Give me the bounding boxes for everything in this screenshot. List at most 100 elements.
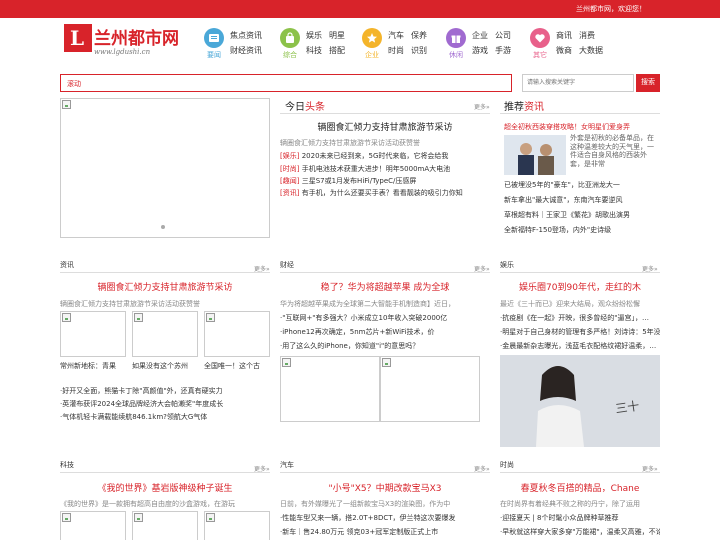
thumb-image[interactable] [204,511,270,540]
divider [500,472,660,473]
thumb-image[interactable] [380,356,480,422]
recommend-lead-text: 外套是初秋的必备单品，在这种温差较大的天气里，一件适合自身风格的西装外套，是非常 [570,134,654,168]
section-summary: 辆圈食汇倾力支持甘肃旅游节采访活动获赞誉 [60,300,200,308]
section-headline[interactable]: 娱乐圈70到90年代，走红的木 [500,280,660,293]
divider [60,272,270,273]
search-box[interactable] [522,74,634,92]
list-item[interactable]: ·英灌布获评2024全球品牌经济大会帕濑奖"年度成长 [60,399,270,409]
list-item[interactable]: ·新车｜售24.80万元 领克03+冠军定制版正式上市 [280,527,490,537]
recommend-item[interactable]: 已被埋没5年的"豪车"，比亚洲龙大一 [504,180,660,190]
divider [60,472,270,473]
nav-link[interactable]: 汽车 [388,30,404,41]
thumb-image[interactable] [280,356,380,422]
news-icon [204,28,224,48]
recommend-title: 推荐资讯 [504,102,544,113]
nav-link[interactable]: 财经资讯 [230,45,262,56]
nav-link[interactable]: 企业 [472,30,488,41]
list-item[interactable]: ·性能车型又来一辆，搭2.0T+8DCT，伊兰特这次要爆发 [280,513,490,523]
recommend-photo[interactable] [504,135,566,175]
section-title-ent: 娱乐 [500,261,514,269]
thumb-image[interactable] [204,311,270,357]
recommend-item[interactable]: 草根超有料｜王家卫《繁花》胡歌出演男 [504,210,660,220]
broken-image-icon [206,313,215,322]
divider [280,272,490,273]
nav-link[interactable]: 公司 [495,30,511,41]
nav-group-news: 要闻 焦点资讯 财经资讯 [204,28,274,62]
thumb-caption[interactable]: 如果没有这个苏州 [132,361,198,371]
slider-image[interactable] [60,98,270,238]
list-item[interactable]: ·用了这么久的iPhone，你知道"i"的意思吗？ [280,341,490,351]
today-summary: 辆圈食汇倾力支持甘肃旅游节采访活动获赞誉 [280,139,420,147]
search-button[interactable]: 搜索 [636,74,660,92]
list-item[interactable]: ·"互联网+"有多强大？小米成立10年收入突破2000亿 [280,313,490,323]
section-summary: 日前，有外媒曝光了一组新款宝马X3的渲染图，作为中 [280,500,451,508]
recommend-item[interactable]: 新车拿出"最大诚意"，东南汽车要逆风 [504,195,660,205]
list-item[interactable]: ·明星对于自己身材的管理有多严格！刘诗诗：5年没 [500,327,660,337]
broken-image-icon [206,513,215,522]
nav-link[interactable]: 搭配 [329,45,345,56]
nav-link[interactable]: 娱乐 [306,30,322,41]
list-item[interactable]: ·迎接夏天 | 8个时髦小众品牌种草推荐 [500,513,660,523]
nav-link[interactable]: 科技 [306,45,322,56]
nav-cat-label: 休闲 [449,51,463,59]
section-summary: 最近《三十而已》迎来大结局，观众纷纷松懈 [500,300,640,308]
site-logo[interactable]: L 兰州都市网 www.lgdushi.cn [64,24,179,66]
list-item[interactable]: ·好开又全面，熊猫卡丁除"高颜值"外，还真有硬实力 [60,386,270,396]
thumb-image[interactable] [60,511,126,540]
today-item[interactable]: [资讯] 有手机，为什么还要买手表？看看靓装的吸引力你知 [280,188,490,198]
nav-cat-label: 企业 [365,51,379,59]
nav-group-general: 综合 娱乐 明星 科技 搭配 [280,28,356,62]
welcome-text: 兰州都市网，欢迎您！ [576,5,646,13]
logo-url: www.lgdushi.cn [94,48,151,56]
list-item[interactable]: ·早秋就这样穿大家多穿"万能裙"，温柔又高雅，不论蚌 [500,527,660,537]
section-summary: 华为将超越苹果成为全球第二大智能手机制造商】近日， [280,300,455,308]
thumb-image[interactable] [60,311,126,357]
section-title-finance: 财经 [280,261,294,269]
recommend-lead[interactable]: 超全初秋西装穿搭攻略！女明星们爱身弄 [504,122,630,132]
nav-link[interactable]: 焦点资讯 [230,30,262,41]
divider [500,272,660,273]
gift-icon [446,28,466,48]
heart-icon [530,28,550,48]
nav-link[interactable]: 时尚 [388,45,404,56]
nav-link[interactable]: 商讯 [556,30,572,41]
section-headline[interactable]: 春夏秋冬百搭的精品，Chane [500,481,660,494]
nav-link[interactable]: 游戏 [472,45,488,56]
thumb-caption[interactable]: 全国唯一！这个古 [204,361,270,371]
today-item[interactable]: [时尚] 手机电池技术获重大进步！明年5000mA大电池 [280,164,490,174]
today-headline[interactable]: 辆圈食汇倾力支持甘肃旅游节采访 [280,120,490,133]
recommend-item[interactable]: 全新福特F-150登场，内外"史诗级 [504,225,660,235]
list-item[interactable]: ·气体机轻卡满载能续航846.1km?领航大G气体 [60,412,270,422]
nav-link[interactable]: 明星 [329,30,345,41]
thumb-image[interactable] [132,511,198,540]
list-item[interactable]: ·iPhone12再次确定，5nm芯片+新WiFi技术，价 [280,327,490,337]
thumb-caption[interactable]: 常州新地标：青果 [60,361,126,371]
section-headline[interactable]: 辆圈食汇倾力支持甘肃旅游节采访 [60,280,270,293]
section-summary: 《我的世界》是一款拥有超高自由度的沙盒游戏，在游玩 [60,500,235,508]
section-headline[interactable]: "小号"X5？中期改款宝马X3 [280,481,490,494]
nav-link[interactable]: 微商 [556,45,572,56]
ent-photo[interactable]: 三十 [500,355,660,447]
nav-link[interactable]: 手游 [495,45,511,56]
slider-dot[interactable] [161,225,165,229]
nav-link[interactable]: 识别 [411,45,427,56]
more-link[interactable]: 更多» [474,102,490,111]
section-title-car: 汽车 [280,461,294,469]
bag-icon [280,28,300,48]
scroll-label: 滚动 [67,80,81,88]
nav-link[interactable]: 消费 [579,30,595,41]
broken-image-icon [134,513,143,522]
nav-group-other: 其它 商讯 消费 微商 大数据 [530,28,614,62]
search-input[interactable] [523,75,633,91]
nav-link[interactable]: 大数据 [579,45,603,56]
section-headline[interactable]: 稳了？华为将超越苹果 成为全球 [280,280,490,293]
scroll-news-bar[interactable]: 滚动 [60,74,512,92]
nav-cat-label: 其它 [533,51,547,59]
thumb-image[interactable] [132,311,198,357]
today-item[interactable]: [娱乐] 2020未来已经到来，5G时代来临，它将会给我 [280,151,490,161]
section-headline[interactable]: 《我的世界》基岩版神级种子诞生 [60,481,270,494]
list-item[interactable]: ·金晨最新杂志曝光，浅蓝毛衣配格纹裙好温柔，… [500,341,660,351]
nav-link[interactable]: 保养 [411,30,427,41]
list-item[interactable]: ·抗疫剧《在一起》开映，很多曾经的"逼宫」，… [500,313,660,323]
today-item[interactable]: [趣闻] 三星S7或1月发布HiFi/TypeC/压感屏 [280,176,490,186]
